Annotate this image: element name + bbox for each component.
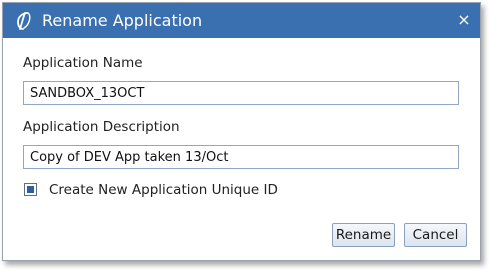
stylized-logo-icon <box>17 12 31 30</box>
rename-button[interactable]: Rename <box>332 223 395 247</box>
cancel-button[interactable]: Cancel <box>404 223 467 247</box>
dialog-titlebar[interactable]: Rename Application × <box>3 3 480 38</box>
checkbox-checked-mark <box>27 186 34 193</box>
application-name-field[interactable] <box>23 81 459 105</box>
application-name-label: Application Name <box>23 55 143 71</box>
application-description-label: Application Description <box>23 119 180 135</box>
dialog-title: Rename Application <box>42 11 203 30</box>
create-unique-id-checkbox[interactable] <box>24 183 37 196</box>
close-icon[interactable]: × <box>456 12 472 28</box>
application-description-field[interactable] <box>23 145 459 169</box>
rename-application-dialog: Rename Application × Application Name Ap… <box>2 2 481 261</box>
create-unique-id-label[interactable]: Create New Application Unique ID <box>49 181 278 199</box>
